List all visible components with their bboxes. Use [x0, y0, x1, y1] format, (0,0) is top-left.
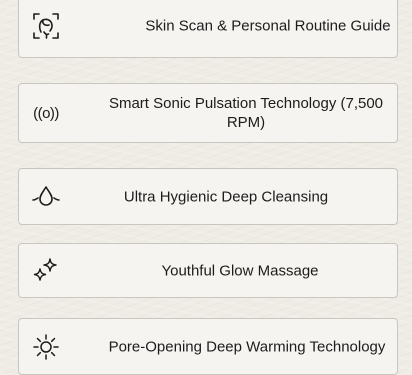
feature-card-skin-scan: Skin Scan & Personal Routine Guide [18, 0, 398, 58]
sun-icon [29, 330, 63, 364]
water-drop-icon [29, 180, 63, 214]
feature-card-glow: Youthful Glow Massage [18, 243, 398, 298]
feature-card-sonic: ((o)) Smart Sonic Pulsation Technology (… [18, 83, 398, 143]
sonic-pulse-icon: ((o)) [33, 104, 59, 122]
face-scan-icon [29, 9, 63, 43]
feature-label: Youthful Glow Massage [161, 262, 319, 279]
feature-label: Skin Scan & Personal Routine Guide [145, 17, 391, 35]
feature-label: Pore-Opening Deep Warming Technology [108, 338, 386, 355]
feature-card-warming: Pore-Opening Deep Warming Technology [18, 318, 398, 375]
feature-label: Smart Sonic Pulsation Technology (7,500 … [108, 95, 384, 131]
sparkle-icon [29, 254, 63, 288]
feature-label: Ultra Hygienic Deep Cleansing [123, 188, 329, 205]
feature-card-cleansing: Ultra Hygienic Deep Cleansing [18, 168, 398, 225]
